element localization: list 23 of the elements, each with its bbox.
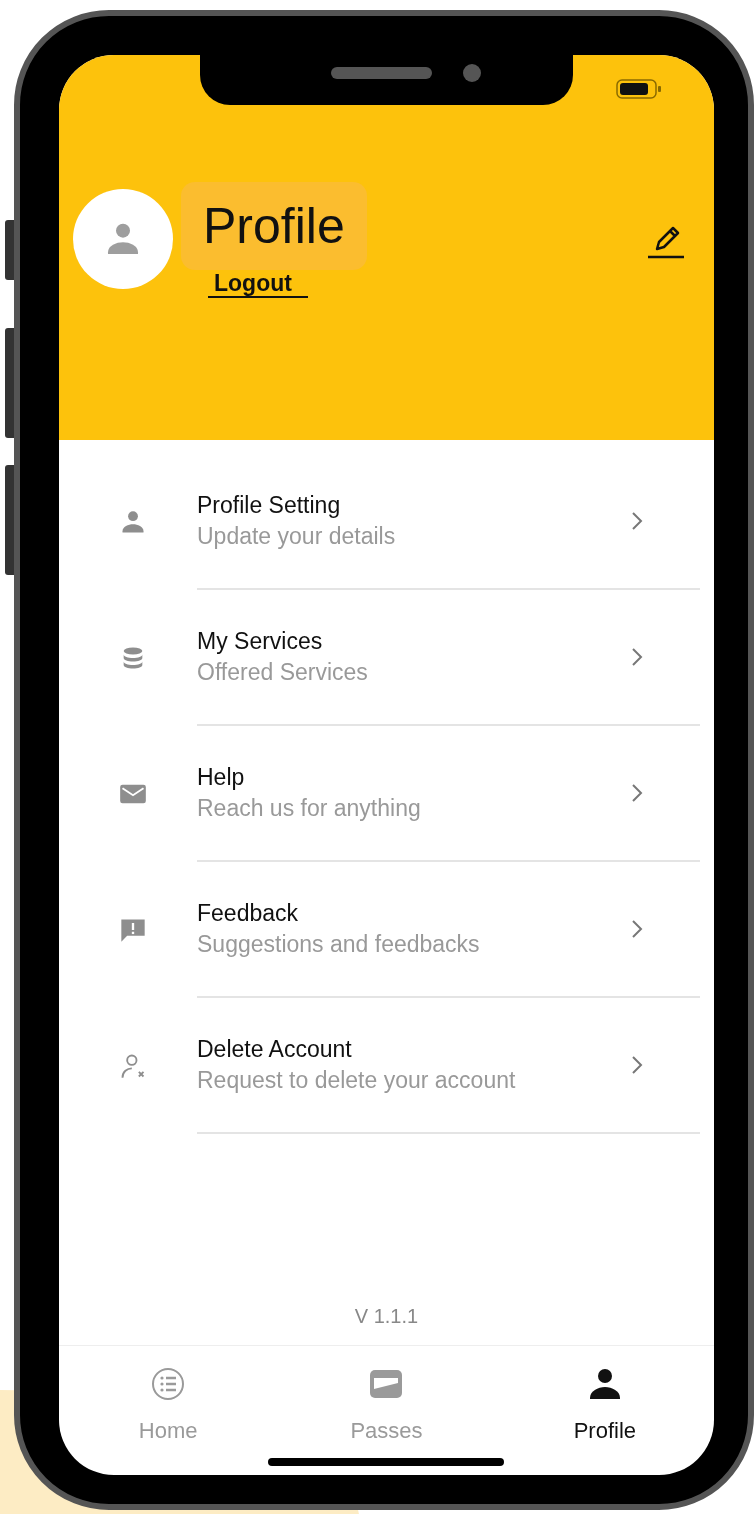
menu-item-subtitle: Request to delete your account: [197, 1066, 517, 1095]
menu-item-subtitle: Suggestions and feedbacks: [197, 930, 481, 959]
person-remove-icon: [119, 1052, 147, 1080]
chevron-right-icon[interactable]: [630, 646, 644, 668]
menu-item-subtitle: Offered Services: [197, 658, 369, 687]
battery-icon: [616, 79, 662, 99]
tab[interactable]: Profile: [495, 1346, 714, 1475]
page-title: Profile: [181, 182, 367, 270]
version-label: V 1.1.1: [353, 1304, 420, 1329]
menu-item-title[interactable]: Delete Account: [197, 1034, 630, 1064]
chevron-right-icon[interactable]: [630, 1054, 644, 1076]
menu-item-subtitle: Update your details: [197, 522, 397, 551]
list-icon: [150, 1366, 187, 1402]
menu-item-title[interactable]: Feedback: [197, 898, 630, 928]
chevron-right-icon[interactable]: [630, 510, 644, 532]
menu-item-title[interactable]: My Services: [197, 626, 630, 656]
menu-item-subtitle: Reach us for anything: [197, 794, 422, 823]
chevron-right-icon[interactable]: [630, 918, 644, 940]
camera: [463, 64, 481, 82]
menu-item-title[interactable]: Help: [197, 762, 630, 792]
logout-link[interactable]: Logout: [208, 270, 308, 298]
chevron-right-icon[interactable]: [630, 782, 644, 804]
menu-item-title[interactable]: Profile Setting: [197, 490, 630, 520]
